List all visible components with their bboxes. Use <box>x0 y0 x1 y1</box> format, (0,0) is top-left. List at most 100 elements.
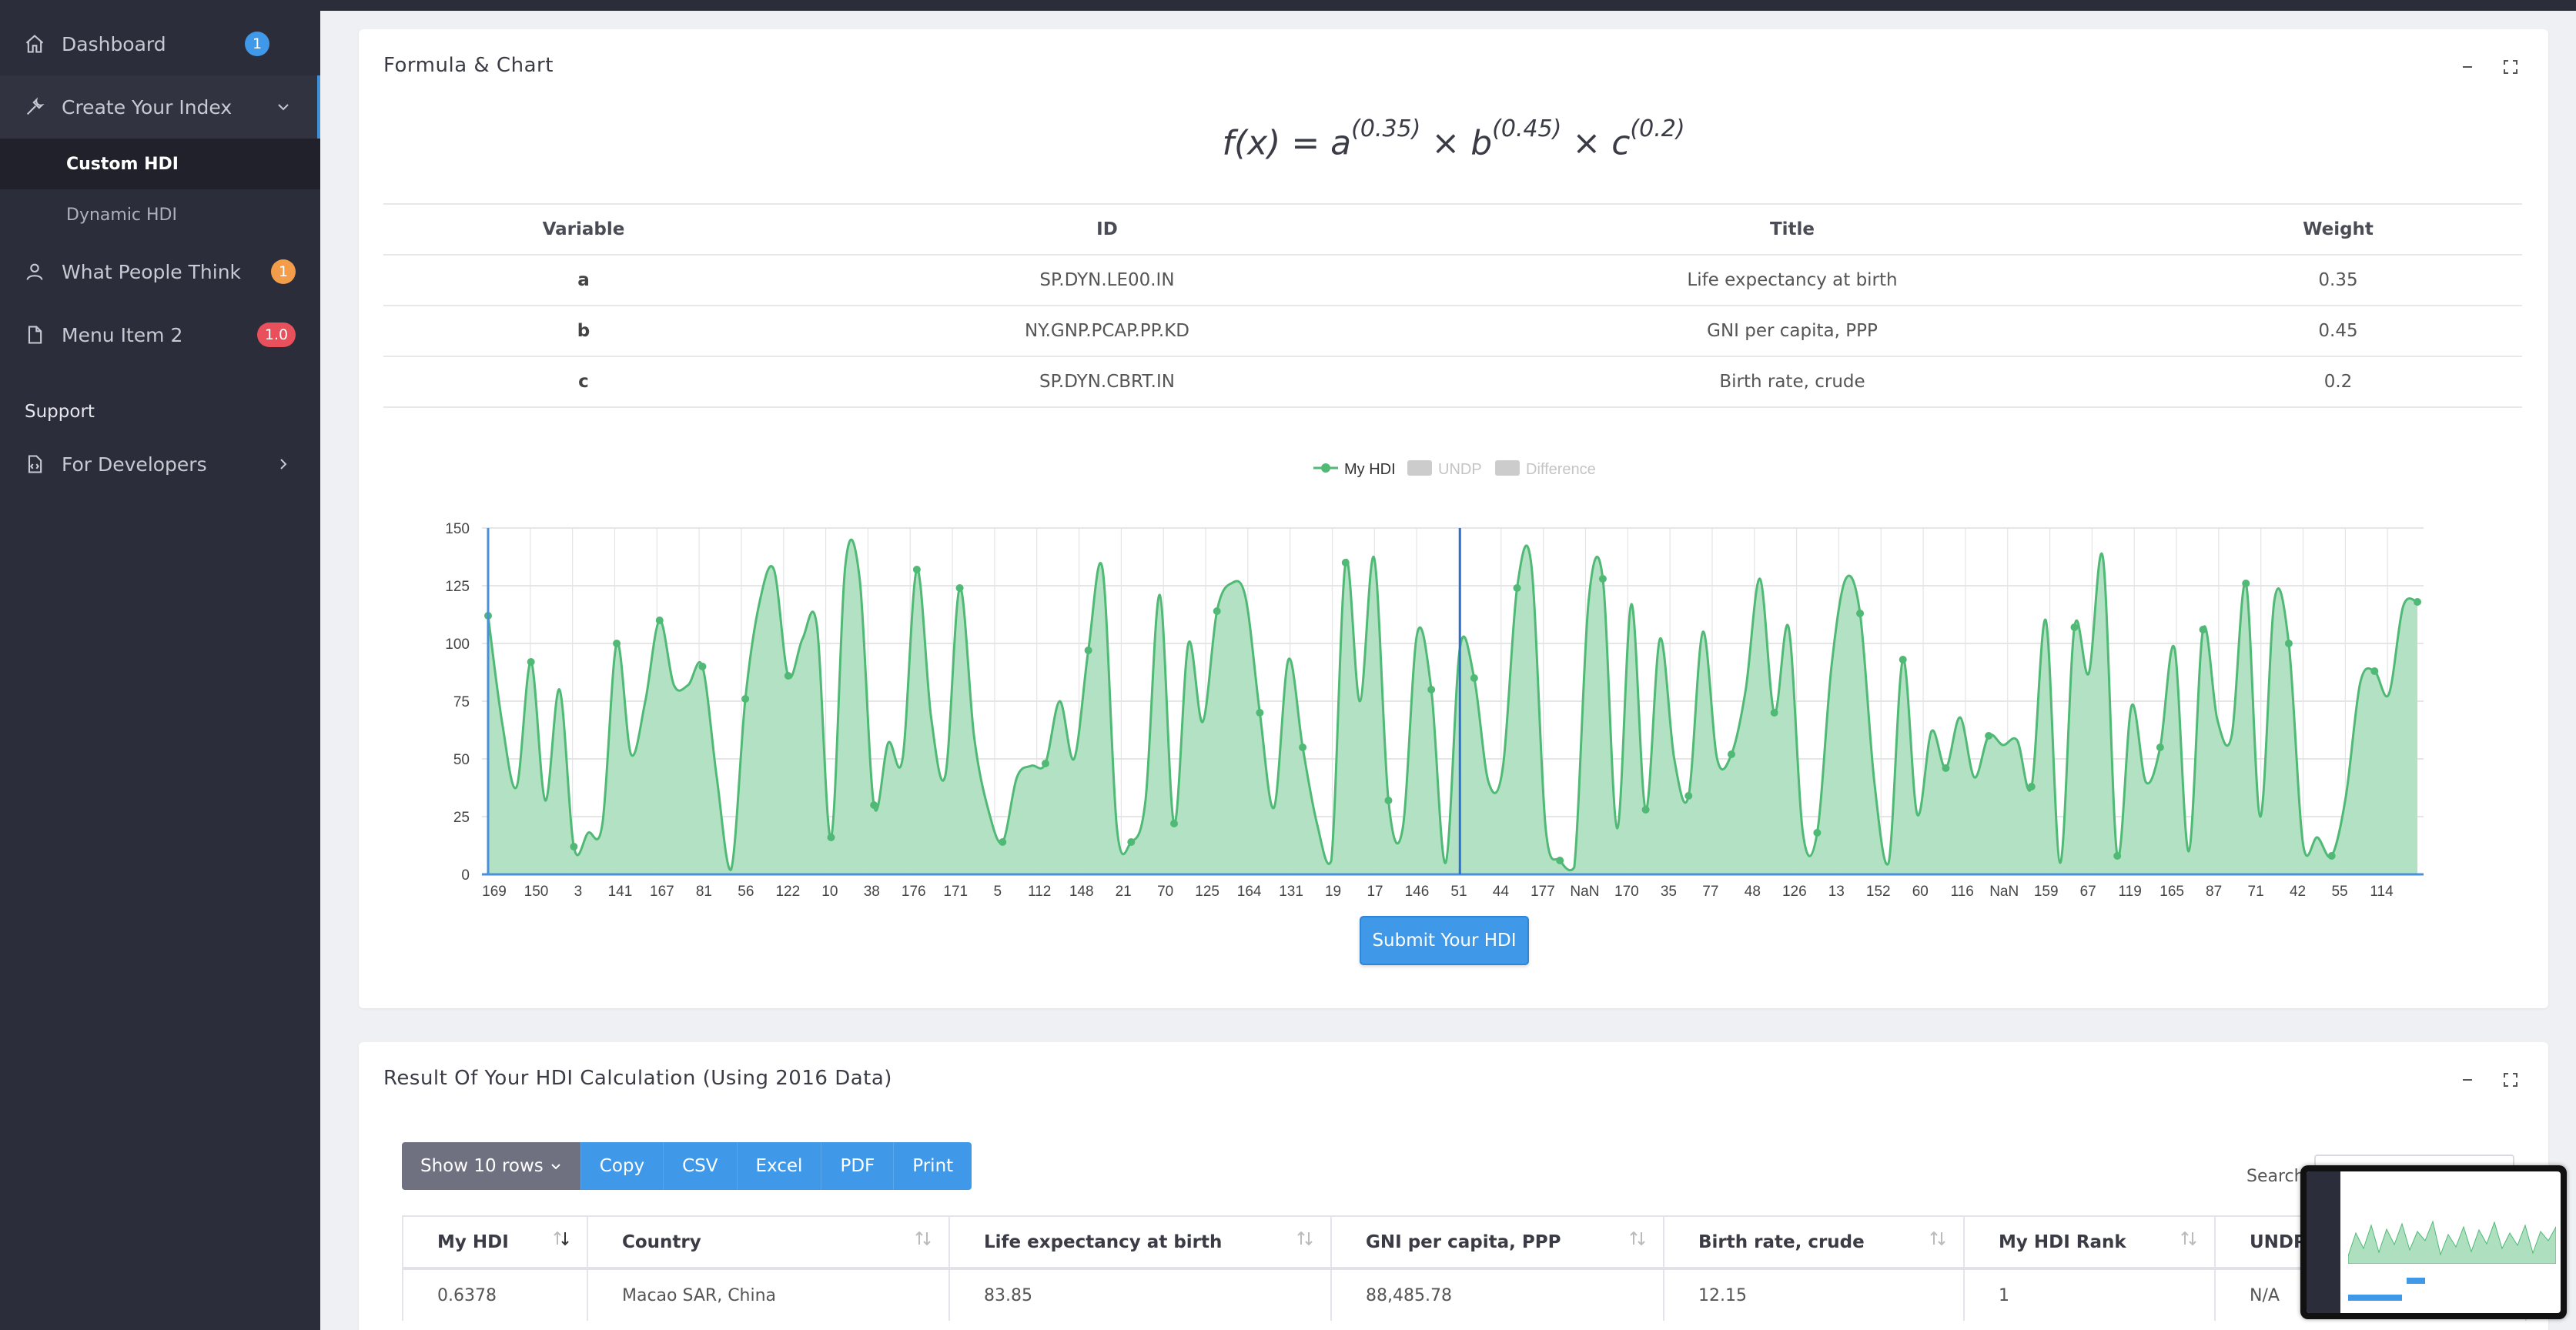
minimize-icon[interactable] <box>2457 1070 2477 1090</box>
support-heading: Support <box>25 402 95 422</box>
sidebar-item-what-people-think[interactable]: What People Think 1 <box>0 240 320 303</box>
sort-icon <box>2181 1231 2196 1246</box>
data-point <box>655 617 664 624</box>
formula-var-c: c <box>1611 123 1631 163</box>
data-point <box>1856 610 1865 617</box>
x-tick-label: 122 <box>775 884 800 900</box>
result-card: Result Of Your HDI Calculation (Using 20… <box>359 1042 2548 1330</box>
x-tick-label: 13 <box>1828 884 1845 900</box>
x-tick-label: 48 <box>1745 884 1761 900</box>
x-tick-label: 150 <box>524 884 549 900</box>
data-point <box>1770 709 1778 717</box>
data-point <box>1641 806 1650 814</box>
sidebar-item-menu-item-2[interactable]: Menu Item 2 1.0 <box>0 303 320 366</box>
chevron-right-icon <box>274 455 293 473</box>
sidebar-item-for-developers[interactable]: For Developers <box>0 433 320 496</box>
table-row: a SP.DYN.LE00.IN Life expectancy at birt… <box>383 254 2522 306</box>
excel-button[interactable]: Excel <box>737 1142 822 1190</box>
sidebar-item-label: What People Think <box>62 260 242 283</box>
csv-button[interactable]: CSV <box>664 1142 738 1190</box>
minimize-icon[interactable] <box>2457 57 2477 77</box>
x-tick-label: 164 <box>1237 884 1262 900</box>
submit-hdi-button[interactable]: Submit Your HDI <box>1360 916 1529 965</box>
column-header: ID <box>784 203 1430 255</box>
column-header-label: Country <box>622 1231 701 1252</box>
user-icon <box>23 260 46 283</box>
x-tick-label: 87 <box>2206 884 2222 900</box>
result-table: My HDI Country Life expectancy at birth … <box>402 1215 2527 1321</box>
table-row: c SP.DYN.CBRT.IN Birth rate, crude 0.2 <box>383 356 2522 408</box>
table-cell: SP.DYN.CBRT.IN <box>784 356 1430 408</box>
data-point <box>741 695 750 703</box>
y-tick-label: 125 <box>445 579 470 595</box>
data-point <box>784 672 792 680</box>
column-header: Variable <box>383 203 784 255</box>
notification-badge: 1.0 <box>257 322 296 347</box>
data-point <box>613 640 621 647</box>
column-header-label: Life expectancy at birth <box>984 1231 1223 1252</box>
table-cell: Macao SAR, China <box>587 1268 950 1321</box>
show-rows-button[interactable]: Show 10 rows <box>402 1142 581 1190</box>
data-point <box>2156 744 2164 751</box>
sidebar-subitem-custom-hdi[interactable]: Custom HDI <box>0 139 320 189</box>
x-tick-label: 114 <box>2370 884 2394 900</box>
column-header-birth-rate[interactable]: Birth rate, crude <box>1663 1215 1965 1270</box>
x-tick-label: 71 <box>2248 884 2264 900</box>
sort-desc-icon <box>554 1231 569 1246</box>
data-point <box>1213 607 1221 615</box>
x-tick-label: 42 <box>2290 884 2306 900</box>
column-header-my-hdi[interactable]: My HDI <box>402 1215 588 1270</box>
data-point <box>2327 852 2336 860</box>
sidebar-subitem-label: Dynamic HDI <box>66 205 177 225</box>
x-tick-label: 177 <box>1531 884 1555 900</box>
pdf-button[interactable]: PDF <box>821 1142 895 1190</box>
table-cell: 0.45 <box>2154 305 2522 356</box>
data-point <box>1727 750 1735 758</box>
sidebar-subitem-label: Custom HDI <box>66 154 179 174</box>
x-tick-label: 176 <box>902 884 926 900</box>
screen-preview-thumbnail[interactable] <box>2300 1165 2567 1319</box>
table-toolbar: Show 10 rows Copy CSV Excel PDF Print <box>402 1142 972 1190</box>
sidebar-item-dashboard[interactable]: Dashboard 1 <box>0 12 320 75</box>
data-point <box>527 658 535 666</box>
table-cell: 0.35 <box>2154 254 2522 306</box>
expand-icon[interactable] <box>2501 57 2521 77</box>
column-header-label: My HDI Rank <box>1999 1231 2126 1252</box>
x-tick-label: 56 <box>738 884 754 900</box>
formula-var-a: a <box>1330 123 1352 163</box>
legend-swatch <box>1407 460 1432 476</box>
sort-icon <box>915 1231 931 1246</box>
sidebar-item-label: Menu Item 2 <box>62 323 183 346</box>
table-cell: 12.15 <box>1663 1268 1965 1321</box>
y-tick-label: 150 <box>445 521 470 537</box>
column-header-my-hdi-rank[interactable]: My HDI Rank <box>1963 1215 2216 1270</box>
data-point <box>912 566 921 573</box>
data-point <box>1341 559 1350 566</box>
y-tick-label: 25 <box>453 810 470 826</box>
print-button[interactable]: Print <box>894 1142 972 1190</box>
column-header-country[interactable]: Country <box>587 1215 950 1270</box>
y-tick-label: 0 <box>461 867 470 884</box>
table-header-row: My HDI Country Life expectancy at birth … <box>402 1215 2527 1270</box>
expand-icon[interactable] <box>2501 1070 2521 1090</box>
copy-button[interactable]: Copy <box>580 1142 664 1190</box>
table-cell: Birth rate, crude <box>1430 356 2154 408</box>
x-tick-label: 21 <box>1116 884 1132 900</box>
sidebar-item-create-index[interactable]: Create Your Index <box>0 75 320 139</box>
column-header-life-expectancy[interactable]: Life expectancy at birth <box>948 1215 1332 1270</box>
data-point <box>2070 623 2079 631</box>
x-tick-label: 159 <box>2034 884 2059 900</box>
data-point <box>2370 667 2379 675</box>
x-tick-label: 81 <box>696 884 712 900</box>
column-header-gni[interactable]: GNI per capita, PPP <box>1330 1215 1664 1270</box>
data-point <box>1427 686 1436 693</box>
table-cell: Life expectancy at birth <box>1430 254 2154 306</box>
data-point <box>698 663 707 670</box>
sidebar-subitem-dynamic-hdi[interactable]: Dynamic HDI <box>0 189 320 240</box>
variables-table: Variable ID Title Weight a SP.DYN.LE00.I… <box>383 203 2522 408</box>
legend-label: UNDP <box>1438 461 1482 478</box>
table-cell: GNI per capita, PPP <box>1430 305 2154 356</box>
tools-icon <box>23 95 46 119</box>
data-point <box>570 843 578 850</box>
data-point <box>1041 760 1049 767</box>
